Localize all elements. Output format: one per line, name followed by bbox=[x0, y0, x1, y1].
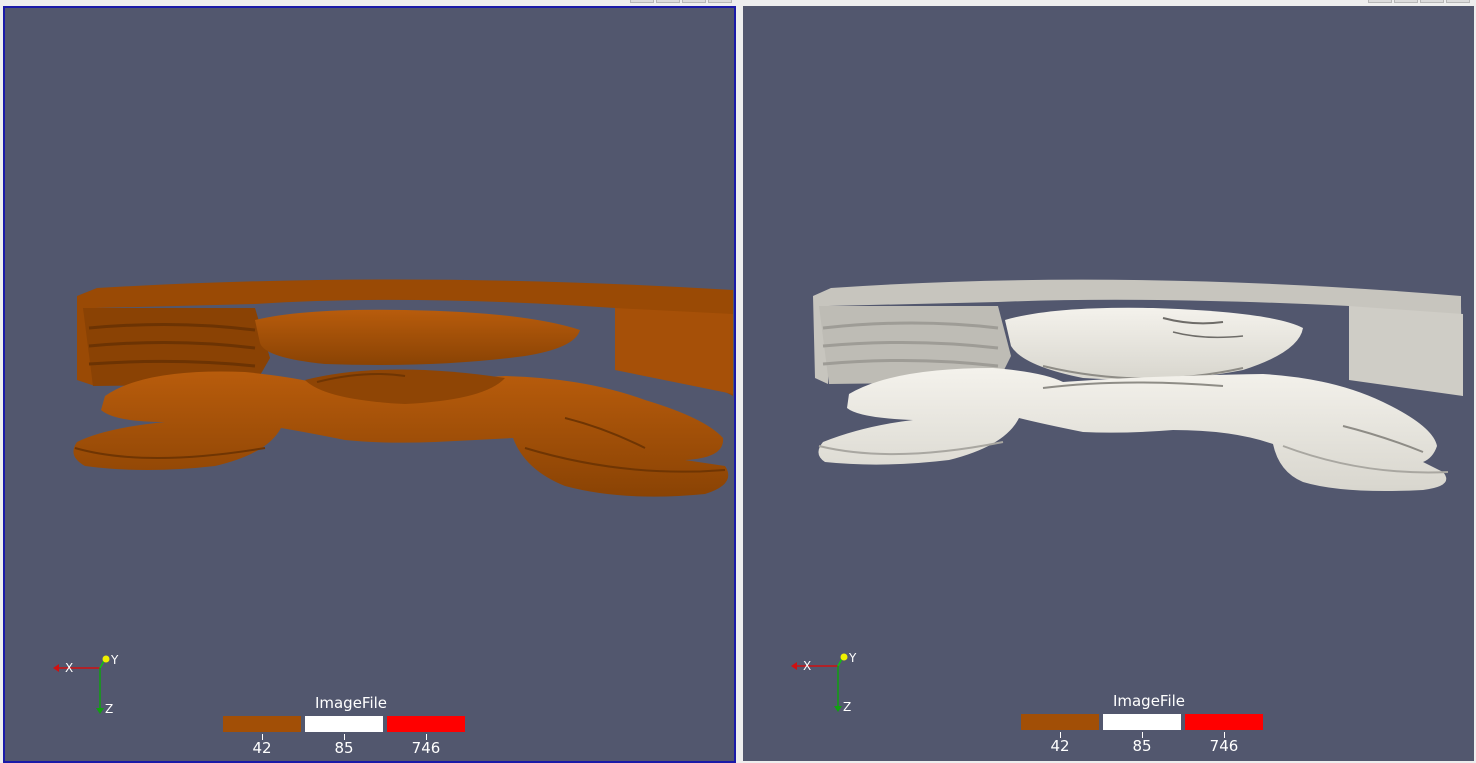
y-axis-tip bbox=[102, 655, 110, 663]
left-view-toolbar bbox=[630, 0, 732, 4]
swatch-85 bbox=[1103, 714, 1181, 730]
z-axis-arrow bbox=[96, 708, 104, 714]
orientation-axes: X Y Z bbox=[45, 648, 135, 728]
swatch-85 bbox=[305, 716, 383, 732]
render-view-left[interactable]: X Y Z ImageFile 42 85 746 bbox=[3, 6, 736, 763]
label-85: 85 bbox=[1132, 737, 1152, 755]
right-view-toolbar bbox=[1368, 0, 1470, 4]
y-axis-label: Y bbox=[849, 651, 857, 665]
label-42: 42 bbox=[1050, 737, 1070, 755]
swatch-746 bbox=[1185, 714, 1263, 730]
x-axis-arrow bbox=[791, 662, 797, 670]
scalar-bar-title: ImageFile bbox=[1112, 692, 1186, 710]
scalar-bar-title: ImageFile bbox=[314, 694, 388, 712]
maximize-button[interactable] bbox=[1420, 0, 1444, 3]
z-axis-arrow bbox=[834, 706, 842, 712]
orientation-axes: X Y Z bbox=[783, 646, 873, 726]
split-horizontal-button[interactable] bbox=[1368, 0, 1392, 3]
split-vertical-button[interactable] bbox=[656, 0, 680, 3]
x-axis-arrow bbox=[53, 664, 59, 672]
z-axis-label: Z bbox=[105, 702, 114, 716]
swatch-42 bbox=[223, 716, 301, 732]
close-view-button[interactable] bbox=[708, 0, 732, 3]
x-axis-label: X bbox=[65, 661, 74, 675]
axes-glyph bbox=[53, 655, 110, 714]
label-42: 42 bbox=[252, 739, 272, 757]
swatch-42 bbox=[1021, 714, 1099, 730]
maximize-button[interactable] bbox=[682, 0, 706, 3]
axes-glyph bbox=[791, 653, 848, 712]
split-horizontal-button[interactable] bbox=[630, 0, 654, 3]
y-axis-label: Y bbox=[111, 653, 119, 667]
paraview-window: X Y Z ImageFile 42 85 746 X Y Z ImageFil… bbox=[0, 0, 1476, 763]
swatch-746 bbox=[387, 716, 465, 732]
split-vertical-button[interactable] bbox=[1394, 0, 1418, 3]
label-746: 746 bbox=[411, 739, 441, 757]
x-axis-label: X bbox=[803, 659, 812, 673]
scalar-bar-right[interactable]: ImageFile 42 85 746 bbox=[1019, 692, 1279, 761]
render-view-right[interactable]: X Y Z ImageFile 42 85 746 bbox=[743, 6, 1474, 761]
z-axis-label: Z bbox=[843, 700, 852, 714]
label-85: 85 bbox=[334, 739, 354, 757]
close-view-button[interactable] bbox=[1446, 0, 1470, 3]
scalar-bar-left[interactable]: ImageFile 42 85 746 bbox=[221, 694, 481, 761]
label-746: 746 bbox=[1209, 737, 1239, 755]
y-axis-tip bbox=[840, 653, 848, 661]
